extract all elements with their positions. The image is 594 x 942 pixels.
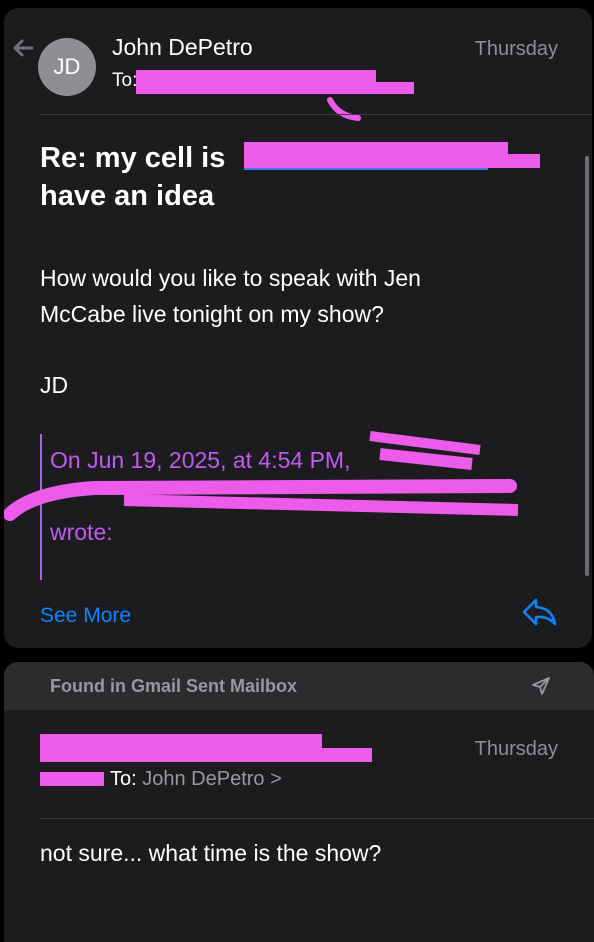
link-underline <box>244 168 488 170</box>
redaction-mark <box>4 431 519 521</box>
email-body: not sure... what time is the show? <box>40 840 382 866</box>
message-date: Thursday <box>474 738 558 760</box>
redaction-mark <box>244 154 540 168</box>
divider <box>40 114 592 115</box>
redaction-mark <box>327 97 361 121</box>
see-more-link[interactable]: See More <box>40 604 131 628</box>
redaction-mark <box>136 70 376 82</box>
recipient-name[interactable]: John DePetro > <box>142 768 282 790</box>
body-line: McCabe live tonight on my show? <box>40 301 384 327</box>
message-date: Thursday <box>474 38 558 60</box>
avatar[interactable]: JD <box>38 38 96 96</box>
found-in-label: Found in Gmail Sent Mailbox <box>50 676 298 696</box>
paper-plane-icon[interactable] <box>530 675 552 697</box>
subject-line: have an idea <box>40 180 215 212</box>
subject-line: Re: my cell is <box>40 142 226 174</box>
reply-arrow-icon <box>13 39 34 57</box>
reply-icon[interactable] <box>520 596 560 630</box>
sender-name[interactable]: John DePetro <box>112 34 253 61</box>
to-label: To: <box>110 768 137 790</box>
redaction-mark <box>136 82 414 94</box>
redaction-mark <box>40 772 104 786</box>
signature: JD <box>40 372 69 398</box>
found-in-mailbox-bar: Found in Gmail Sent Mailbox <box>4 662 594 710</box>
divider <box>40 818 594 819</box>
email-message-card[interactable]: JD John DePetro To: Thursday Re: my cell… <box>4 8 592 648</box>
redaction-mark <box>40 734 322 748</box>
to-label: To: <box>112 70 138 91</box>
recipient-line[interactable]: To: John DePetro > <box>110 768 282 791</box>
redaction-mark <box>40 748 372 762</box>
email-message-card[interactable]: Found in Gmail Sent Mailbox Thursday To:… <box>4 662 594 942</box>
scrollbar[interactable] <box>585 156 589 576</box>
email-body: How would you like to speak with Jen McC… <box>40 260 540 332</box>
body-line: How would you like to speak with Jen <box>40 265 421 291</box>
